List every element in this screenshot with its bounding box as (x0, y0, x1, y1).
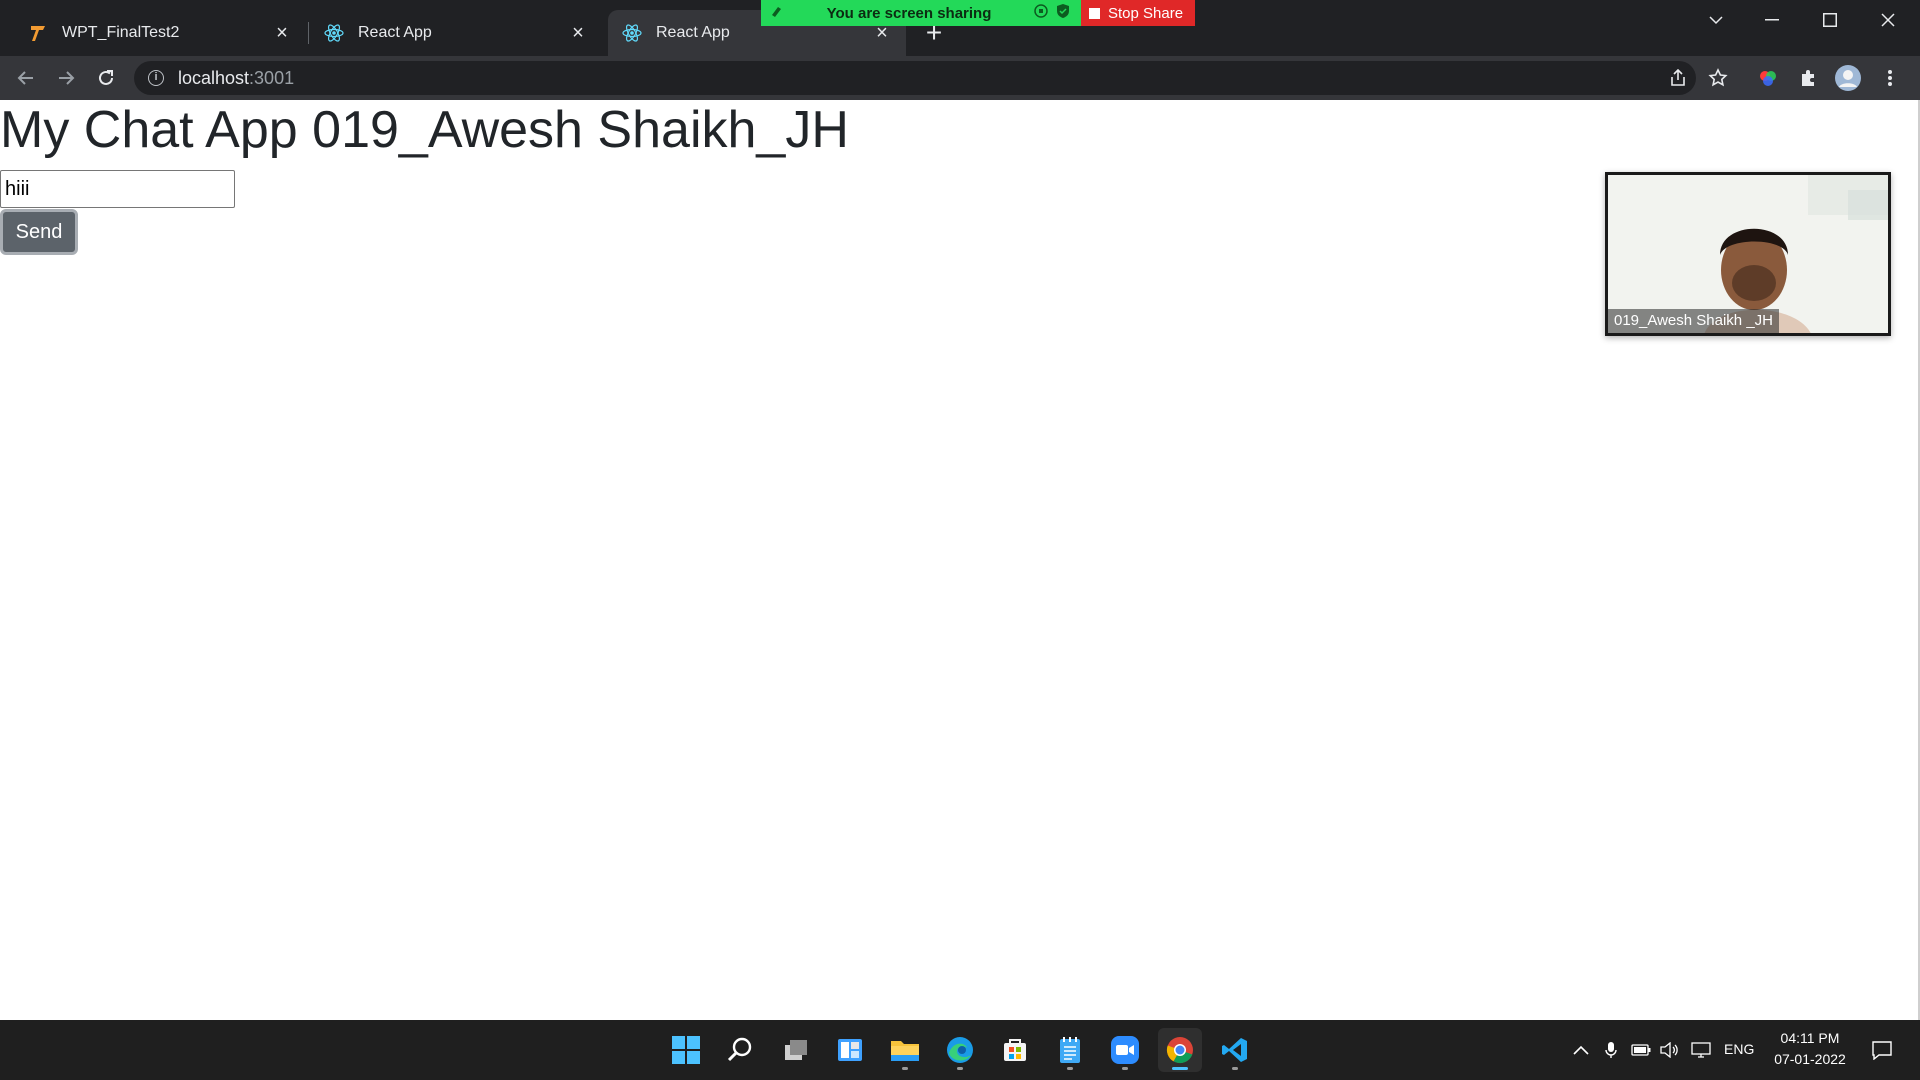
tab-separator (308, 22, 309, 44)
volume-icon[interactable] (1659, 1040, 1679, 1060)
clock-time[interactable]: 04:11 PM (1774, 1030, 1846, 1046)
send-button[interactable]: Send (0, 209, 78, 255)
tab-label: React App (358, 24, 432, 41)
react-icon (622, 23, 642, 43)
stop-square-icon (1089, 7, 1100, 19)
zoom-share-icon (769, 3, 785, 23)
windows-start-icon[interactable] (664, 1028, 708, 1072)
participant-name-label: 019_Awesh Shaikh _JH (1608, 309, 1779, 333)
page-content: My Chat App 019_Awesh Shaikh_JH Send 019… (0, 100, 1918, 1020)
menu-kebab-icon[interactable] (1876, 64, 1904, 92)
stop-share-button[interactable]: Stop Share (1081, 0, 1195, 26)
running-indicator (957, 1067, 963, 1070)
minimize-icon[interactable] (1744, 0, 1800, 40)
running-indicator (1067, 1067, 1073, 1070)
close-tab-icon[interactable]: × (568, 22, 588, 44)
address-port: :3001 (249, 67, 295, 88)
share-status-icon[interactable] (1033, 3, 1049, 23)
chevron-up-icon[interactable] (1571, 1040, 1591, 1060)
zoom-icon[interactable] (1103, 1028, 1147, 1072)
file-explorer-icon[interactable] (883, 1028, 927, 1072)
widgets-icon[interactable] (828, 1028, 872, 1072)
extensions-puzzle-icon[interactable] (1794, 64, 1822, 92)
clock-date[interactable]: 07-01-2022 (1768, 1051, 1852, 1067)
network-icon[interactable] (1691, 1040, 1711, 1060)
tab-search-icon[interactable] (1688, 0, 1744, 40)
battery-icon[interactable] (1631, 1040, 1651, 1060)
running-indicator (1172, 1067, 1188, 1070)
microphone-icon[interactable] (1601, 1040, 1621, 1060)
reload-icon[interactable] (90, 62, 122, 94)
close-window-icon[interactable] (1860, 0, 1916, 40)
tab-label: WPT_FinalTest2 (62, 24, 180, 41)
share-icon[interactable] (1664, 64, 1692, 92)
notifications-icon[interactable] (1870, 1040, 1894, 1060)
running-indicator (1232, 1067, 1238, 1070)
page-title: My Chat App 019_Awesh Shaikh_JH (0, 101, 849, 159)
chrome-icon[interactable] (1158, 1028, 1202, 1072)
search-icon[interactable] (718, 1028, 762, 1072)
vscode-icon[interactable] (1213, 1028, 1257, 1072)
close-tab-icon[interactable]: × (872, 22, 892, 44)
notepad-icon[interactable] (1048, 1028, 1092, 1072)
windows-taskbar: ENG 04:11 PM 07-01-2022 (0, 1020, 1920, 1080)
screen-share-text: You are screen sharing (826, 4, 992, 22)
site-info-icon[interactable]: i (148, 70, 164, 86)
tab-label: React App (656, 24, 730, 41)
browser-toolbar: i localhost:3001 (0, 56, 1920, 100)
tab-react-app-1[interactable]: React App × (310, 10, 602, 56)
react-icon (324, 23, 344, 43)
screen-share-banner[interactable]: You are screen sharing (761, 0, 1081, 26)
message-input[interactable] (0, 170, 235, 208)
forward-icon[interactable] (50, 62, 82, 94)
participant-video-tile[interactable]: 019_Awesh Shaikh _JH (1605, 172, 1891, 336)
tab-wpt-finaltest2[interactable]: WPT_FinalTest2 × (14, 10, 306, 56)
close-tab-icon[interactable]: × (272, 22, 292, 44)
task-view-icon[interactable] (774, 1028, 818, 1072)
store-icon[interactable] (993, 1028, 1037, 1072)
address-bar[interactable]: i localhost:3001 (134, 61, 1696, 95)
language-indicator[interactable]: ENG (1724, 1041, 1754, 1057)
color-extension-icon[interactable] (1754, 64, 1782, 92)
browser-window: WPT_FinalTest2 × React App × React App ×… (0, 0, 1920, 1020)
profile-avatar[interactable] (1834, 64, 1862, 92)
running-indicator (902, 1067, 908, 1070)
running-indicator (1122, 1067, 1128, 1070)
back-icon[interactable] (10, 62, 42, 94)
address-host: localhost (178, 67, 250, 88)
stop-share-label: Stop Share (1108, 4, 1184, 22)
shield-icon[interactable] (1055, 3, 1071, 23)
tabnine-icon (28, 23, 48, 43)
edge-icon[interactable] (938, 1028, 982, 1072)
maximize-icon[interactable] (1802, 0, 1858, 40)
bookmark-star-icon[interactable] (1704, 64, 1732, 92)
